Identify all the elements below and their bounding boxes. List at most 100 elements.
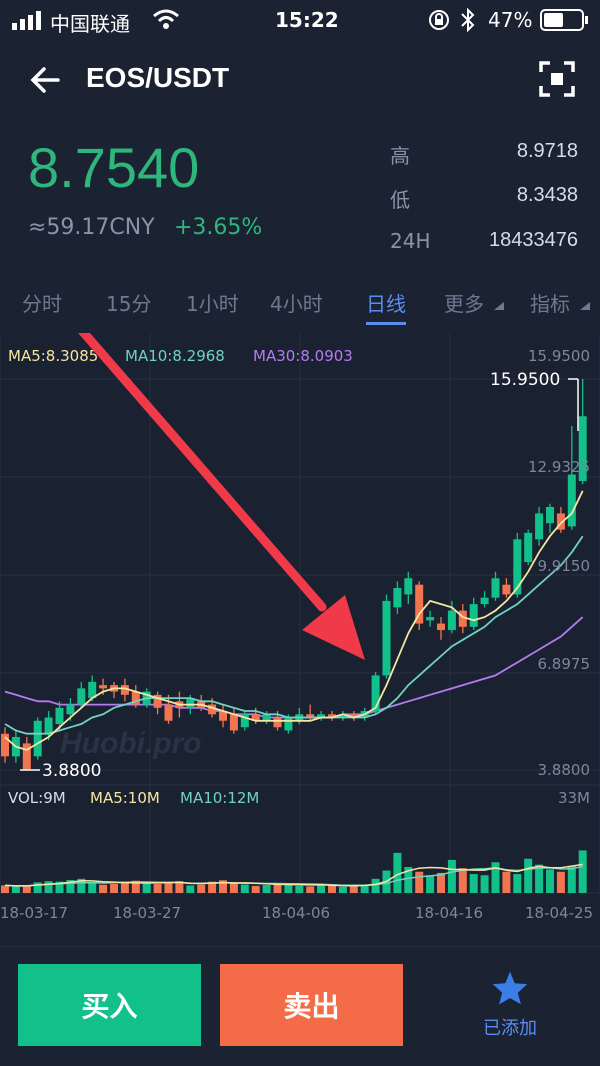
volume-legend-vol: VOL:9M <box>8 789 66 807</box>
status-bar: 中国联通 15:22 47% <box>0 0 600 40</box>
volume-bar <box>142 883 151 893</box>
candle <box>513 539 522 595</box>
candle <box>164 704 173 721</box>
price-tick-5: 3.8800 <box>538 761 591 779</box>
wifi-icon <box>153 9 179 29</box>
buy-button[interactable]: 买入 <box>18 964 201 1046</box>
volume-bar <box>120 882 129 893</box>
volume-bar <box>415 871 424 893</box>
tab-1h[interactable]: 1小时 <box>186 288 239 317</box>
volume-bar <box>578 850 587 893</box>
volume-bar <box>546 869 554 893</box>
volume-bar <box>567 865 576 893</box>
tab-timeshare[interactable]: 分时 <box>22 288 62 317</box>
svg-text:MA5:8.3085: MA5:8.3085 <box>8 347 98 365</box>
volume-bar <box>338 886 347 893</box>
clock: 15:22 <box>275 8 339 32</box>
volume-bar <box>480 875 489 893</box>
x-tick-2: 18-03-27 <box>113 904 181 922</box>
arrow-left-icon[interactable] <box>28 62 64 98</box>
volume-bar <box>513 874 522 893</box>
x-tick-3: 18-04-06 <box>262 904 330 922</box>
candle <box>371 675 380 712</box>
volume-legend-ma5: MA5:10M <box>90 789 160 807</box>
candle <box>404 578 413 595</box>
candle <box>382 600 391 676</box>
candle <box>66 704 75 715</box>
volume-bar <box>262 884 271 893</box>
volume-bar <box>240 884 249 893</box>
candle <box>546 506 554 524</box>
volume-bar <box>502 871 511 893</box>
volume-bar <box>556 871 565 893</box>
candle <box>229 714 238 731</box>
volume-bar <box>99 884 108 893</box>
candle <box>567 474 576 527</box>
volume-bar <box>197 884 206 893</box>
x-tick-1: 18-03-17 <box>0 904 68 922</box>
tab-4h[interactable]: 4小时 <box>270 288 323 317</box>
volume-bar <box>229 883 238 893</box>
candle <box>480 597 489 605</box>
watermark: Huobi.pro <box>60 727 202 760</box>
volume-bar <box>11 886 20 893</box>
candle <box>469 604 478 627</box>
volume-bar <box>22 885 31 893</box>
candle <box>284 717 293 731</box>
favorite-label: 已添加 <box>483 1018 537 1039</box>
signal-icon <box>12 11 41 30</box>
bluetooth-icon <box>461 8 475 32</box>
volume-bar <box>33 882 42 893</box>
tab-indicators[interactable]: 指标 <box>530 288 570 317</box>
last-price: 8.7540 <box>28 136 200 199</box>
star-icon <box>492 971 528 1005</box>
stat-low-label: 低 <box>390 188 410 212</box>
volume-bar <box>426 875 435 893</box>
candle <box>33 720 42 757</box>
volume-bar <box>164 882 173 893</box>
volume-bar <box>458 868 467 893</box>
candle <box>99 685 108 689</box>
candle <box>524 532 533 563</box>
tab-15m[interactable]: 15分 <box>106 288 151 317</box>
fullscreen-icon[interactable] <box>538 60 576 98</box>
header: EOS/USDT <box>0 50 600 110</box>
price-tick-1: 15.9500 <box>528 347 590 365</box>
caret-down-icon <box>494 302 504 310</box>
volume-bar <box>328 885 336 893</box>
volume-bar <box>110 884 118 893</box>
volume-bar <box>1 885 9 893</box>
battery-percent: 47% <box>488 8 533 32</box>
candle <box>55 707 64 724</box>
volume-bar <box>284 884 293 893</box>
x-tick-4: 18-04-16 <box>415 904 483 922</box>
low-price-label: 3.8800 <box>42 761 101 781</box>
legend-ma5: MA5:8.3085 <box>8 347 98 365</box>
candle <box>535 513 544 540</box>
stat-high-label: 高 <box>390 144 410 168</box>
price-tick-2: 12.9325 <box>528 458 590 476</box>
price-change: +3.65% <box>174 215 263 240</box>
volume-bar <box>524 858 533 893</box>
volume-bar <box>295 885 304 893</box>
tab-daily[interactable]: 日线 <box>366 288 406 317</box>
volume-bar <box>447 859 456 893</box>
page-title: EOS/USDT <box>86 62 230 93</box>
price-tick-3: 9.9150 <box>538 557 591 575</box>
volume-bar <box>186 885 195 893</box>
candle <box>447 610 456 631</box>
candle <box>491 578 500 598</box>
stat-24h-value: 18433476 <box>489 229 578 251</box>
candle <box>426 617 435 621</box>
candlestick-chart[interactable]: Huobi.pro MA5:8.3085 MA10:8.2968 MA30:8.… <box>0 333 600 930</box>
volume-max-label: 33M <box>558 789 590 807</box>
sell-button[interactable]: 卖出 <box>220 964 403 1046</box>
candle <box>77 688 86 705</box>
interval-tabs: 分时 15分 1小时 4小时 日线 更多 指标 <box>0 278 600 330</box>
caret-down-icon <box>580 302 590 310</box>
volume-bar <box>371 878 380 893</box>
volume-bar <box>88 883 97 893</box>
tab-more[interactable]: 更多 <box>444 288 484 317</box>
favorite-button[interactable]: 已添加 <box>470 970 550 1050</box>
candle <box>502 584 511 595</box>
